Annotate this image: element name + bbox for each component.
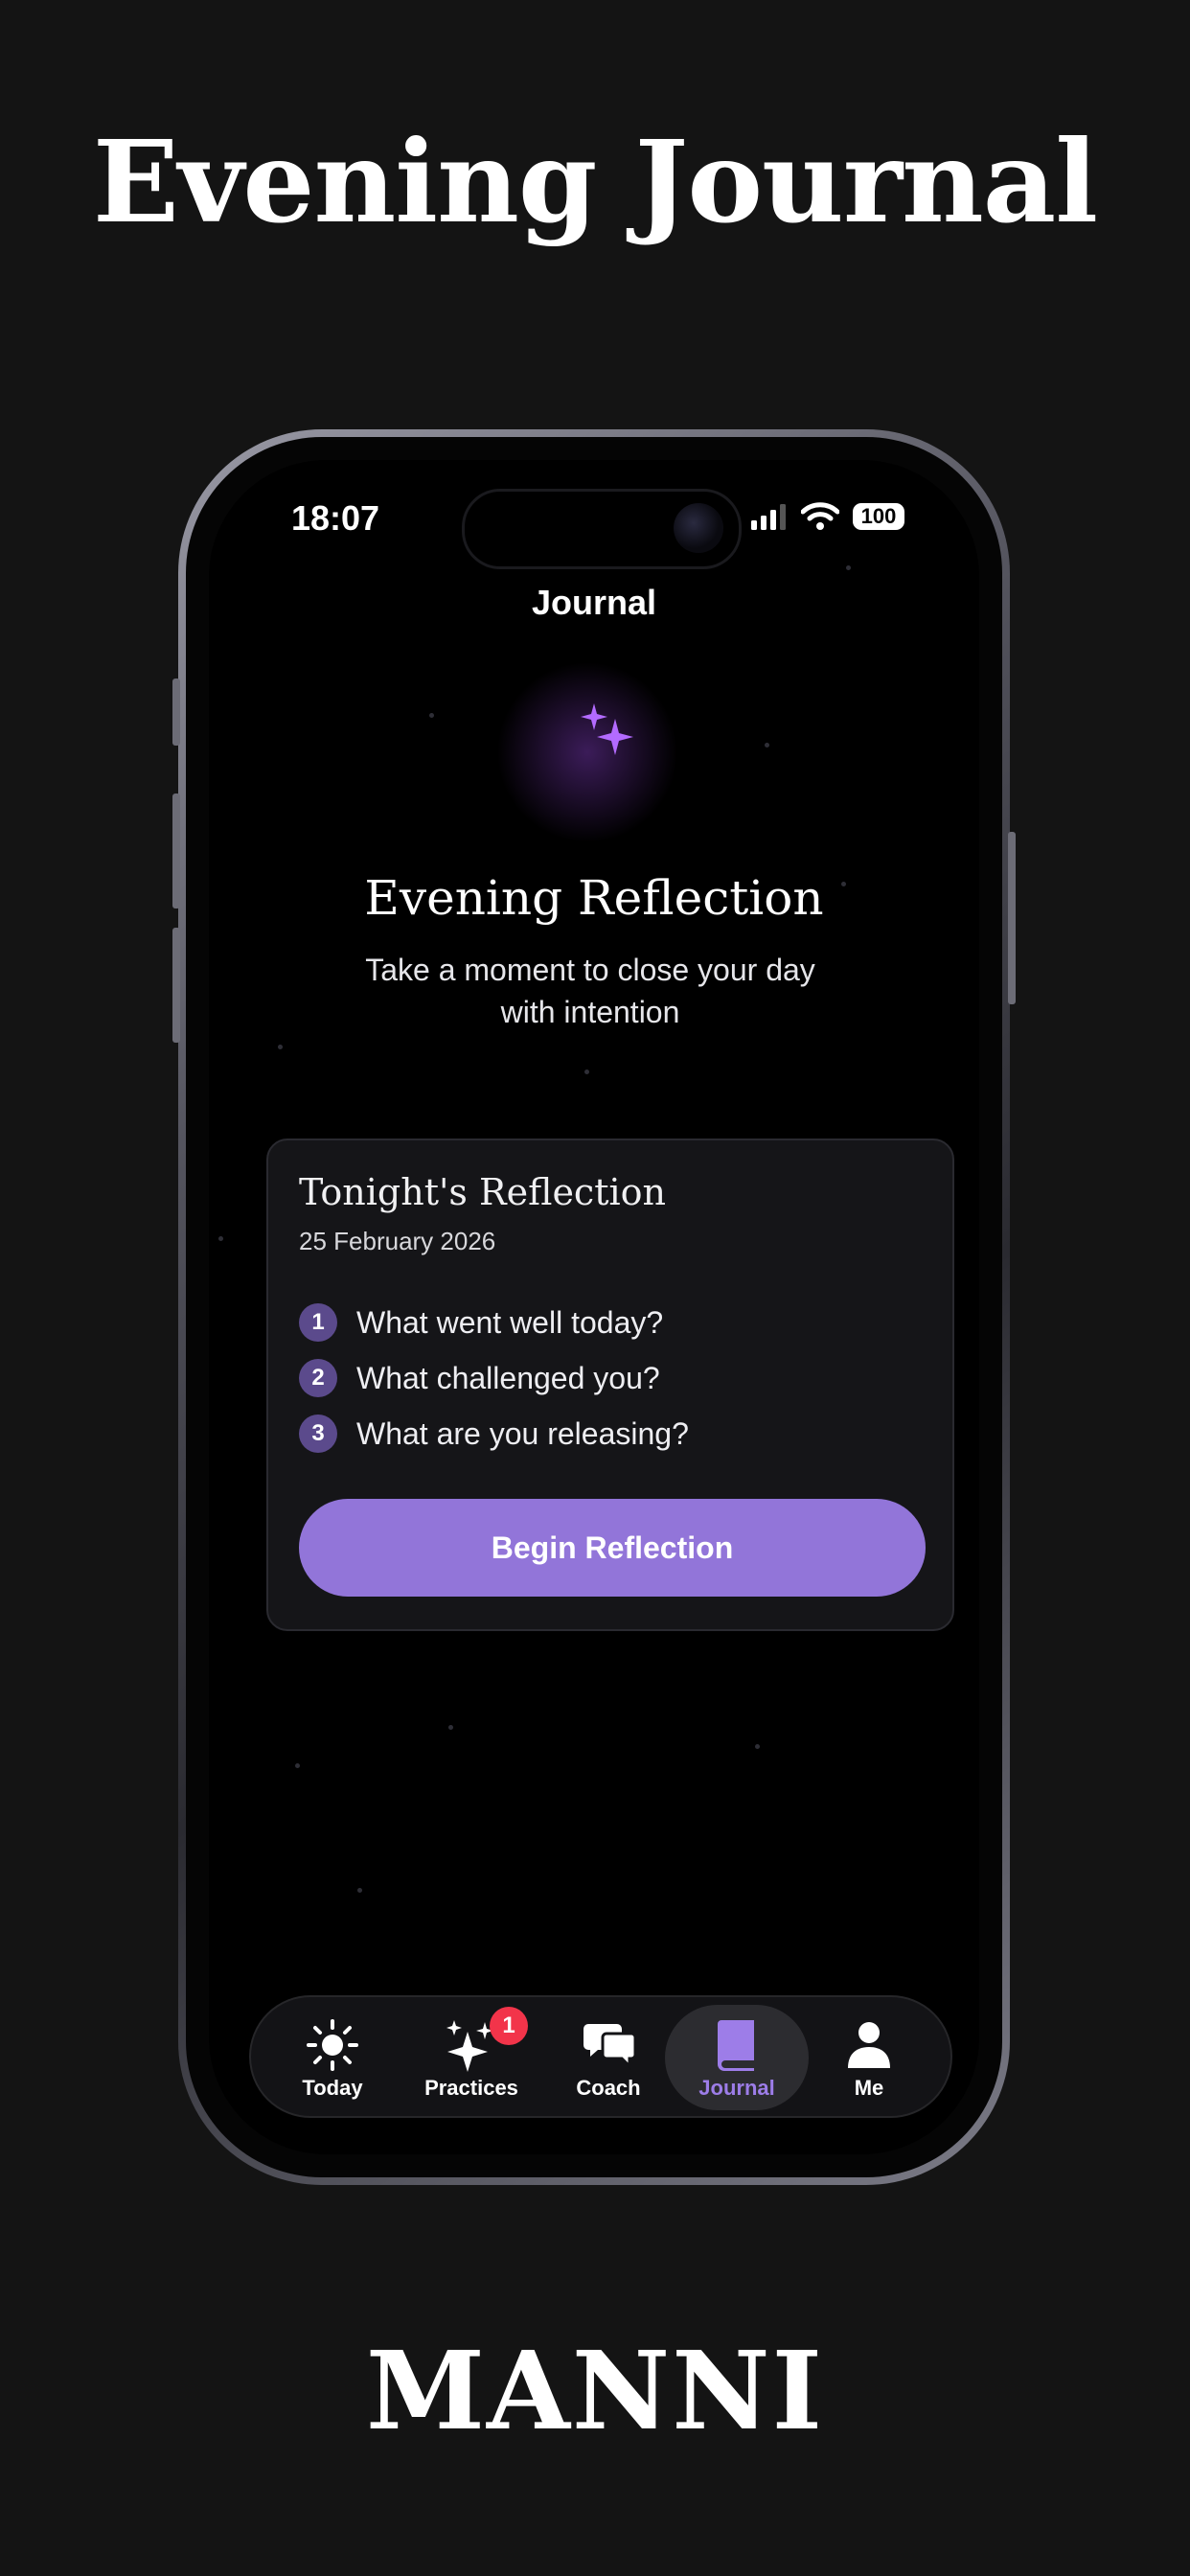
tab-coach[interactable]: Coach bbox=[537, 2005, 680, 2110]
status-bar: 18:07 100 bbox=[209, 460, 979, 569]
star bbox=[218, 1236, 223, 1241]
hero-subtitle-line: Take a moment to close your day bbox=[365, 953, 815, 987]
star bbox=[278, 1045, 283, 1049]
prompt-item: 1 What went well today? bbox=[299, 1301, 663, 1344]
tab-label: Me bbox=[854, 2076, 884, 2100]
phone-bezel: 18:07 100 Journal Evening Reflection Tak… bbox=[186, 437, 1002, 2177]
sun-icon bbox=[307, 2019, 358, 2071]
star bbox=[295, 1763, 300, 1768]
page-headline: Evening Journal bbox=[92, 115, 1098, 248]
tab-journal[interactable]: Journal bbox=[665, 2005, 809, 2110]
tab-me[interactable]: Me bbox=[797, 2005, 941, 2110]
tab-bar: Today 1 Practices Coach Journal Me bbox=[249, 1995, 952, 2118]
power-button bbox=[1008, 832, 1016, 1004]
card-date: 25 February 2026 bbox=[299, 1227, 496, 1255]
star bbox=[755, 1744, 760, 1749]
begin-reflection-button[interactable]: Begin Reflection bbox=[299, 1499, 926, 1597]
reflection-card: Tonight's Reflection 25 February 2026 1 … bbox=[266, 1138, 954, 1631]
hero-title: Evening Reflection bbox=[364, 870, 824, 926]
tab-label: Today bbox=[302, 2076, 363, 2100]
star bbox=[448, 1725, 453, 1730]
moon-stars-icon bbox=[568, 703, 633, 782]
star bbox=[846, 565, 851, 570]
prompt-text: What are you releasing? bbox=[356, 1415, 689, 1451]
tab-today[interactable]: Today bbox=[261, 2005, 404, 2110]
cellular-signal-icon bbox=[751, 504, 786, 530]
chat-bubbles-icon bbox=[584, 2024, 637, 2070]
prompt-text: What went well today? bbox=[356, 1304, 664, 1340]
prompt-number: 3 bbox=[299, 1414, 337, 1453]
book-icon bbox=[718, 2020, 754, 2071]
camera-icon bbox=[674, 503, 723, 553]
dynamic-island bbox=[462, 489, 742, 569]
star bbox=[429, 713, 434, 718]
prompt-number: 1 bbox=[299, 1303, 337, 1342]
volume-up-button bbox=[172, 794, 180, 908]
battery-indicator: 100 bbox=[853, 503, 904, 530]
status-time: 18:07 bbox=[291, 498, 380, 538]
phone-frame: 18:07 100 Journal Evening Reflection Tak… bbox=[172, 429, 1016, 2185]
tab-label: Practices bbox=[424, 2076, 518, 2100]
notification-badge: 1 bbox=[490, 2007, 528, 2045]
prompt-item: 2 What challenged you? bbox=[299, 1357, 660, 1399]
tab-label: Coach bbox=[576, 2076, 641, 2100]
star bbox=[357, 1888, 362, 1893]
hero-subtitle: Take a moment to close your day with int… bbox=[324, 949, 857, 1033]
app-screen: 18:07 100 Journal Evening Reflection Tak… bbox=[209, 460, 979, 2154]
person-icon bbox=[848, 2022, 890, 2068]
tab-practices[interactable]: 1 Practices bbox=[400, 2005, 543, 2110]
prompt-item: 3 What are you releasing? bbox=[299, 1413, 689, 1455]
prompt-number: 2 bbox=[299, 1359, 337, 1397]
card-title: Tonight's Reflection bbox=[299, 1171, 666, 1213]
nav-title: Journal bbox=[531, 583, 657, 622]
hero-subtitle-line: with intention bbox=[500, 995, 680, 1029]
volume-down-button bbox=[172, 928, 180, 1043]
brand-wordmark: MANNI bbox=[365, 2329, 824, 2454]
status-icons: 100 bbox=[751, 500, 904, 533]
prompt-text: What challenged you? bbox=[356, 1360, 660, 1395]
wifi-icon bbox=[801, 502, 839, 530]
tab-label: Journal bbox=[698, 2076, 775, 2100]
action-button bbox=[172, 678, 180, 746]
star bbox=[584, 1070, 589, 1074]
star bbox=[765, 743, 769, 748]
